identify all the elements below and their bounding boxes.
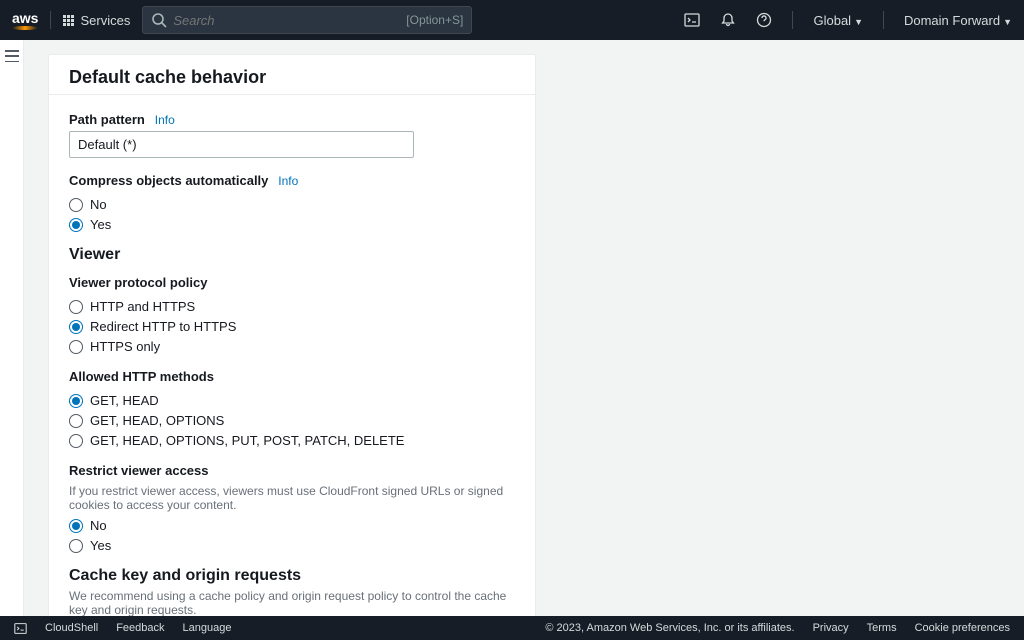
search-input[interactable] bbox=[173, 13, 400, 28]
methods-get-head[interactable]: GET, HEAD bbox=[69, 393, 515, 408]
hamburger-icon bbox=[5, 50, 19, 62]
restrict-help: If you restrict viewer access, viewers m… bbox=[69, 484, 515, 512]
feedback-link[interactable]: Feedback bbox=[116, 622, 164, 634]
compress-label: Compress objects automatically bbox=[69, 173, 268, 188]
compress-yes[interactable]: Yes bbox=[69, 217, 515, 232]
restrict-no[interactable]: No bbox=[69, 518, 515, 533]
panel-title: Default cache behavior bbox=[49, 55, 535, 94]
info-link[interactable]: Info bbox=[278, 174, 298, 188]
restrict-label: Restrict viewer access bbox=[69, 463, 208, 478]
terms-link[interactable]: Terms bbox=[867, 622, 897, 634]
region-selector[interactable]: Global▼ bbox=[813, 13, 863, 28]
cache-heading: Cache key and origin requests bbox=[69, 567, 515, 585]
content-area: Default cache behavior Path pattern Info… bbox=[24, 40, 1024, 640]
viewer-protocol-label: Viewer protocol policy bbox=[69, 275, 207, 290]
grid-icon bbox=[63, 15, 74, 26]
services-label: Services bbox=[80, 13, 130, 28]
copyright: © 2023, Amazon Web Services, Inc. or its… bbox=[545, 622, 794, 634]
services-menu[interactable]: Services bbox=[63, 13, 130, 28]
cloudshell-link[interactable]: CloudShell bbox=[45, 622, 98, 634]
help-icon[interactable] bbox=[756, 12, 772, 28]
methods-label: Allowed HTTP methods bbox=[69, 369, 214, 384]
cache-subheading: We recommend using a cache policy and or… bbox=[69, 589, 515, 617]
info-link[interactable]: Info bbox=[155, 113, 175, 127]
cookies-link[interactable]: Cookie preferences bbox=[915, 622, 1010, 634]
search-box[interactable]: [Option+S] bbox=[142, 6, 472, 34]
divider bbox=[792, 11, 793, 29]
cloudshell-icon[interactable] bbox=[14, 622, 27, 635]
restrict-yes[interactable]: Yes bbox=[69, 538, 515, 553]
privacy-link[interactable]: Privacy bbox=[813, 622, 849, 634]
sidebar-toggle[interactable] bbox=[0, 40, 24, 640]
methods-all[interactable]: GET, HEAD, OPTIONS, PUT, POST, PATCH, DE… bbox=[69, 433, 515, 448]
compress-no[interactable]: No bbox=[69, 197, 515, 212]
bell-icon[interactable] bbox=[720, 12, 736, 28]
vpp-redirect[interactable]: Redirect HTTP to HTTPS bbox=[69, 319, 515, 334]
methods-get-head-options[interactable]: GET, HEAD, OPTIONS bbox=[69, 413, 515, 428]
cloudshell-icon[interactable] bbox=[684, 12, 700, 28]
aws-logo[interactable]: aws bbox=[12, 11, 38, 30]
path-pattern-label: Path pattern bbox=[69, 112, 145, 127]
viewer-heading: Viewer bbox=[69, 246, 515, 264]
vpp-http-https[interactable]: HTTP and HTTPS bbox=[69, 299, 515, 314]
account-menu[interactable]: Domain Forward▼ bbox=[904, 13, 1012, 28]
language-link[interactable]: Language bbox=[183, 622, 232, 634]
path-pattern-input[interactable] bbox=[69, 131, 414, 158]
divider bbox=[50, 11, 51, 29]
top-navigation: aws Services [Option+S] Global▼ Domain F… bbox=[0, 0, 1024, 40]
search-shortcut: [Option+S] bbox=[406, 13, 463, 27]
divider bbox=[883, 11, 884, 29]
search-icon bbox=[151, 12, 167, 28]
footer: CloudShell Feedback Language © 2023, Ama… bbox=[0, 616, 1024, 640]
default-cache-behavior-panel: Default cache behavior Path pattern Info… bbox=[48, 54, 536, 640]
vpp-https-only[interactable]: HTTPS only bbox=[69, 339, 515, 354]
